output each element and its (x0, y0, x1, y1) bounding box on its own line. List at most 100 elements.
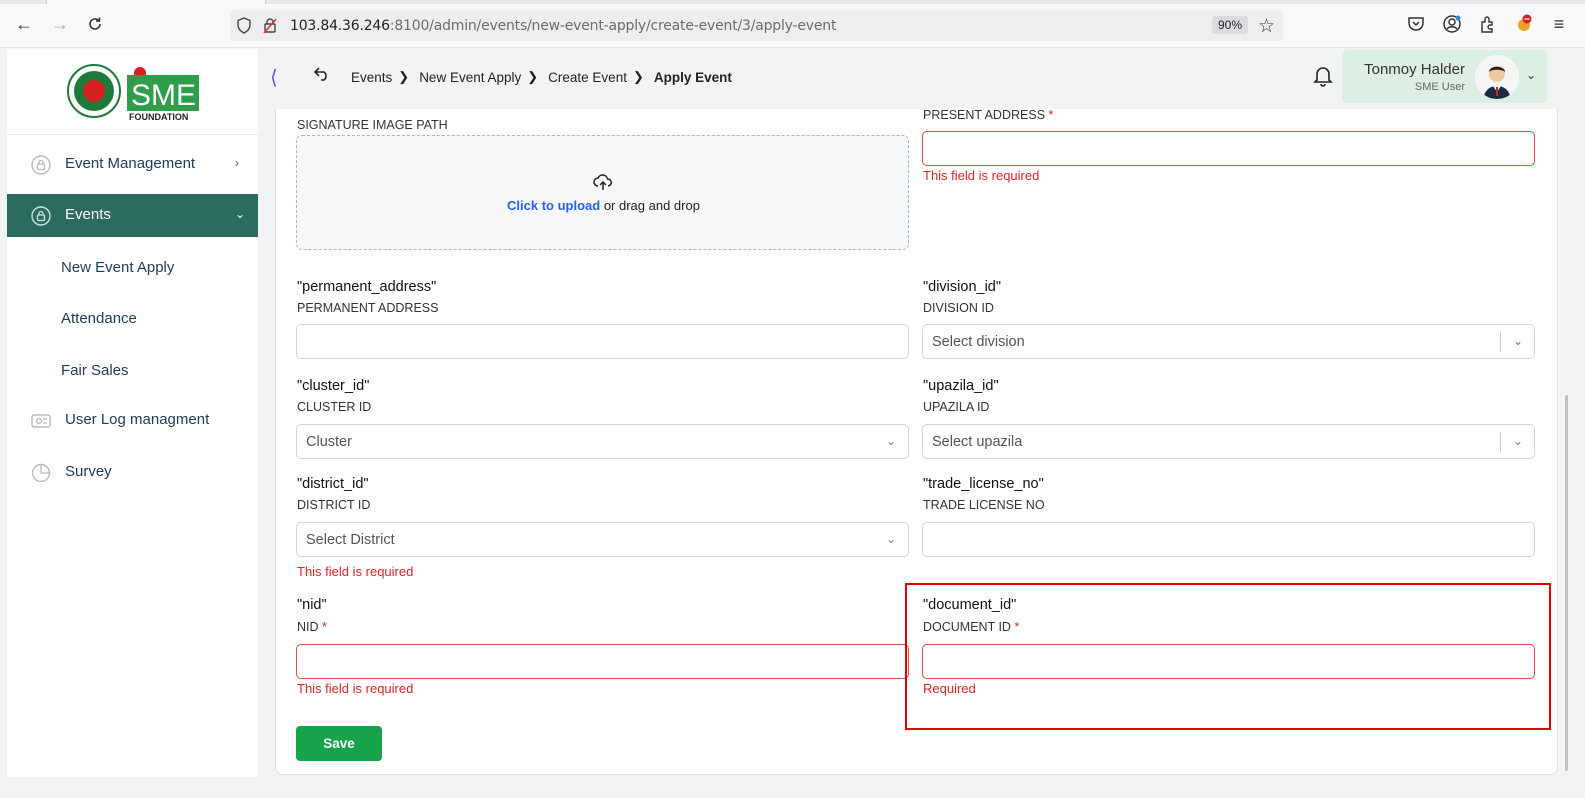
back-icon[interactable] (313, 67, 330, 86)
present-address-label-text: PRESENT ADDRESS (923, 108, 1046, 122)
district-select[interactable]: Select District ⌄ (296, 522, 909, 557)
save-button[interactable]: Save (296, 726, 382, 761)
insecure-lock-icon[interactable] (262, 17, 278, 39)
present-address-input[interactable] (922, 131, 1535, 166)
district-placeholder: Select District (306, 532, 395, 548)
chevron-right-icon: ❯ (398, 69, 410, 84)
user-name: Tonmoy Halder (1364, 61, 1465, 78)
chevron-down-icon: ⌄ (1526, 68, 1537, 82)
top-header: ⟨ Events ❯ New Event Apply ❯ Create Event ❯… (258, 49, 1565, 109)
active-tab[interactable] (46, 0, 266, 4)
upazila-id-label: UPAZILA ID (923, 400, 990, 414)
logo-text: SME (131, 79, 196, 112)
pocket-icon[interactable] (1405, 13, 1427, 35)
chevron-right-icon: ❯ (527, 69, 539, 84)
district-id-label: DISTRICT ID (297, 498, 371, 512)
district-error: This field is required (297, 564, 414, 579)
sidebar-subitem-new-event-apply[interactable]: New Event Apply (61, 259, 174, 276)
menu-icon[interactable]: ≡ (1548, 13, 1570, 35)
chevron-right-icon: › (235, 156, 239, 170)
chevron-down-icon: ⌄ (235, 207, 246, 221)
bookmark-star-icon[interactable]: ☆ (1258, 15, 1275, 38)
address-bar[interactable]: 103.84.36.246:8100/admin/events/new-even… (230, 10, 1283, 41)
user-role: SME User (1414, 81, 1465, 93)
reload-icon[interactable] (83, 12, 107, 36)
zoom-badge[interactable]: 90% (1212, 16, 1249, 34)
permanent-address-label: PERMANENT ADDRESS (297, 301, 439, 315)
shield-icon[interactable] (236, 17, 252, 39)
sidebar-divider (7, 134, 258, 135)
nid-key: "nid" (297, 597, 327, 613)
upazila-placeholder: Select upazila (932, 434, 1023, 450)
collapse-sidebar-icon[interactable]: ⟨ (270, 65, 278, 90)
cluster-id-label: CLUSTER ID (297, 400, 372, 414)
avatar (1475, 55, 1519, 99)
sidebar-item-label: Events (65, 206, 111, 223)
signature-label: SIGNATURE IMAGE PATH (297, 118, 448, 132)
breadcrumb-events[interactable]: Events (351, 70, 392, 85)
nid-label-text: NID (297, 620, 319, 634)
cluster-placeholder: Cluster (306, 434, 352, 450)
sidebar-item-label: Event Management (65, 155, 196, 172)
notification-bell-icon[interactable] (1313, 65, 1333, 92)
url-host: 103.84.36.246 (290, 18, 390, 34)
sidebar-item-events[interactable]: Events ⌄ (7, 194, 258, 237)
breadcrumb: Events ❯ New Event Apply ❯ Create Event ❯ A… (351, 69, 732, 85)
extension-badge-icon[interactable] (1513, 13, 1535, 35)
click-to-upload-link[interactable]: Click to upload (507, 198, 600, 213)
browser-toolbar: ← → 103.84.36.246:8100/admin/events/new-… (0, 0, 1585, 48)
url-path: :8100/admin/events/new-event-apply/creat… (389, 18, 837, 34)
sidebar-item-label: Survey (65, 463, 112, 480)
division-select[interactable]: Select division ⌄ (922, 324, 1535, 359)
breadcrumb-create-event[interactable]: Create Event (548, 70, 627, 85)
select-separator (1500, 332, 1501, 352)
lock-icon (31, 206, 51, 226)
sidebar-item-event-management[interactable]: Event Management › (7, 143, 258, 186)
back-arrow-icon[interactable]: ← (12, 12, 36, 36)
chevron-down-icon: ⌄ (1513, 434, 1524, 448)
sme-foundation-logo: SME FOUNDATION (67, 63, 207, 123)
sidebar-item-label: User Log managment (65, 411, 210, 428)
signature-upload-dropzone[interactable]: Click to upload or drag and drop (296, 135, 909, 250)
sidebar-item-survey[interactable]: Survey (7, 451, 258, 494)
trade-license-key: "trade_license_no" (923, 476, 1044, 492)
breadcrumb-current: Apply Event (653, 69, 732, 85)
account-icon[interactable] (1441, 13, 1463, 35)
chevron-down-icon: ⌄ (1513, 334, 1524, 348)
cluster-select[interactable]: Cluster ⌄ (296, 424, 909, 459)
user-menu[interactable]: Tonmoy Halder SME User ⌄ (1342, 50, 1547, 103)
division-id-key: "division_id" (923, 279, 1002, 295)
tab-strip (0, 0, 1585, 4)
highlight-box (905, 583, 1551, 730)
present-address-error: This field is required (923, 168, 1040, 183)
logo-subtext: FOUNDATION (129, 112, 188, 122)
present-address-label: PRESENT ADDRESS * (923, 108, 1053, 122)
url-text[interactable]: 103.84.36.246:8100/admin/events/new-even… (290, 18, 836, 34)
sidebar-subitem-fair-sales[interactable]: Fair Sales (61, 362, 129, 379)
upload-cloud-icon (593, 172, 613, 197)
required-marker: * (1048, 108, 1054, 122)
nid-error: This field is required (297, 681, 414, 696)
sidebar-item-user-log[interactable]: User Log managment (7, 399, 258, 442)
select-separator (1500, 432, 1501, 452)
chevron-right-icon: ❯ (632, 69, 644, 84)
trade-license-label: TRADE LICENSE NO (923, 498, 1045, 512)
lock-icon (31, 155, 51, 175)
cluster-id-key: "cluster_id" (297, 378, 370, 394)
permanent-address-input[interactable] (296, 324, 909, 359)
extensions-icon[interactable] (1477, 13, 1499, 35)
sidebar-subitem-attendance[interactable]: Attendance (61, 310, 137, 327)
upazila-select[interactable]: Select upazila ⌄ (922, 424, 1535, 459)
chevron-down-icon: ⌄ (886, 434, 897, 448)
scrollbar[interactable] (1565, 395, 1568, 771)
chevron-down-icon: ⌄ (886, 532, 897, 546)
nid-input[interactable] (296, 644, 909, 679)
log-icon (31, 411, 51, 431)
district-id-key: "district_id" (297, 476, 369, 492)
trade-license-input[interactable] (922, 522, 1535, 557)
upload-instructions: Click to upload or drag and drop (297, 198, 910, 213)
division-id-label: DIVISION ID (923, 301, 994, 315)
forward-arrow-icon[interactable]: → (48, 12, 72, 36)
breadcrumb-new-event-apply[interactable]: New Event Apply (419, 70, 521, 85)
sidebar: SME FOUNDATION Event Management › Events… (7, 49, 258, 777)
